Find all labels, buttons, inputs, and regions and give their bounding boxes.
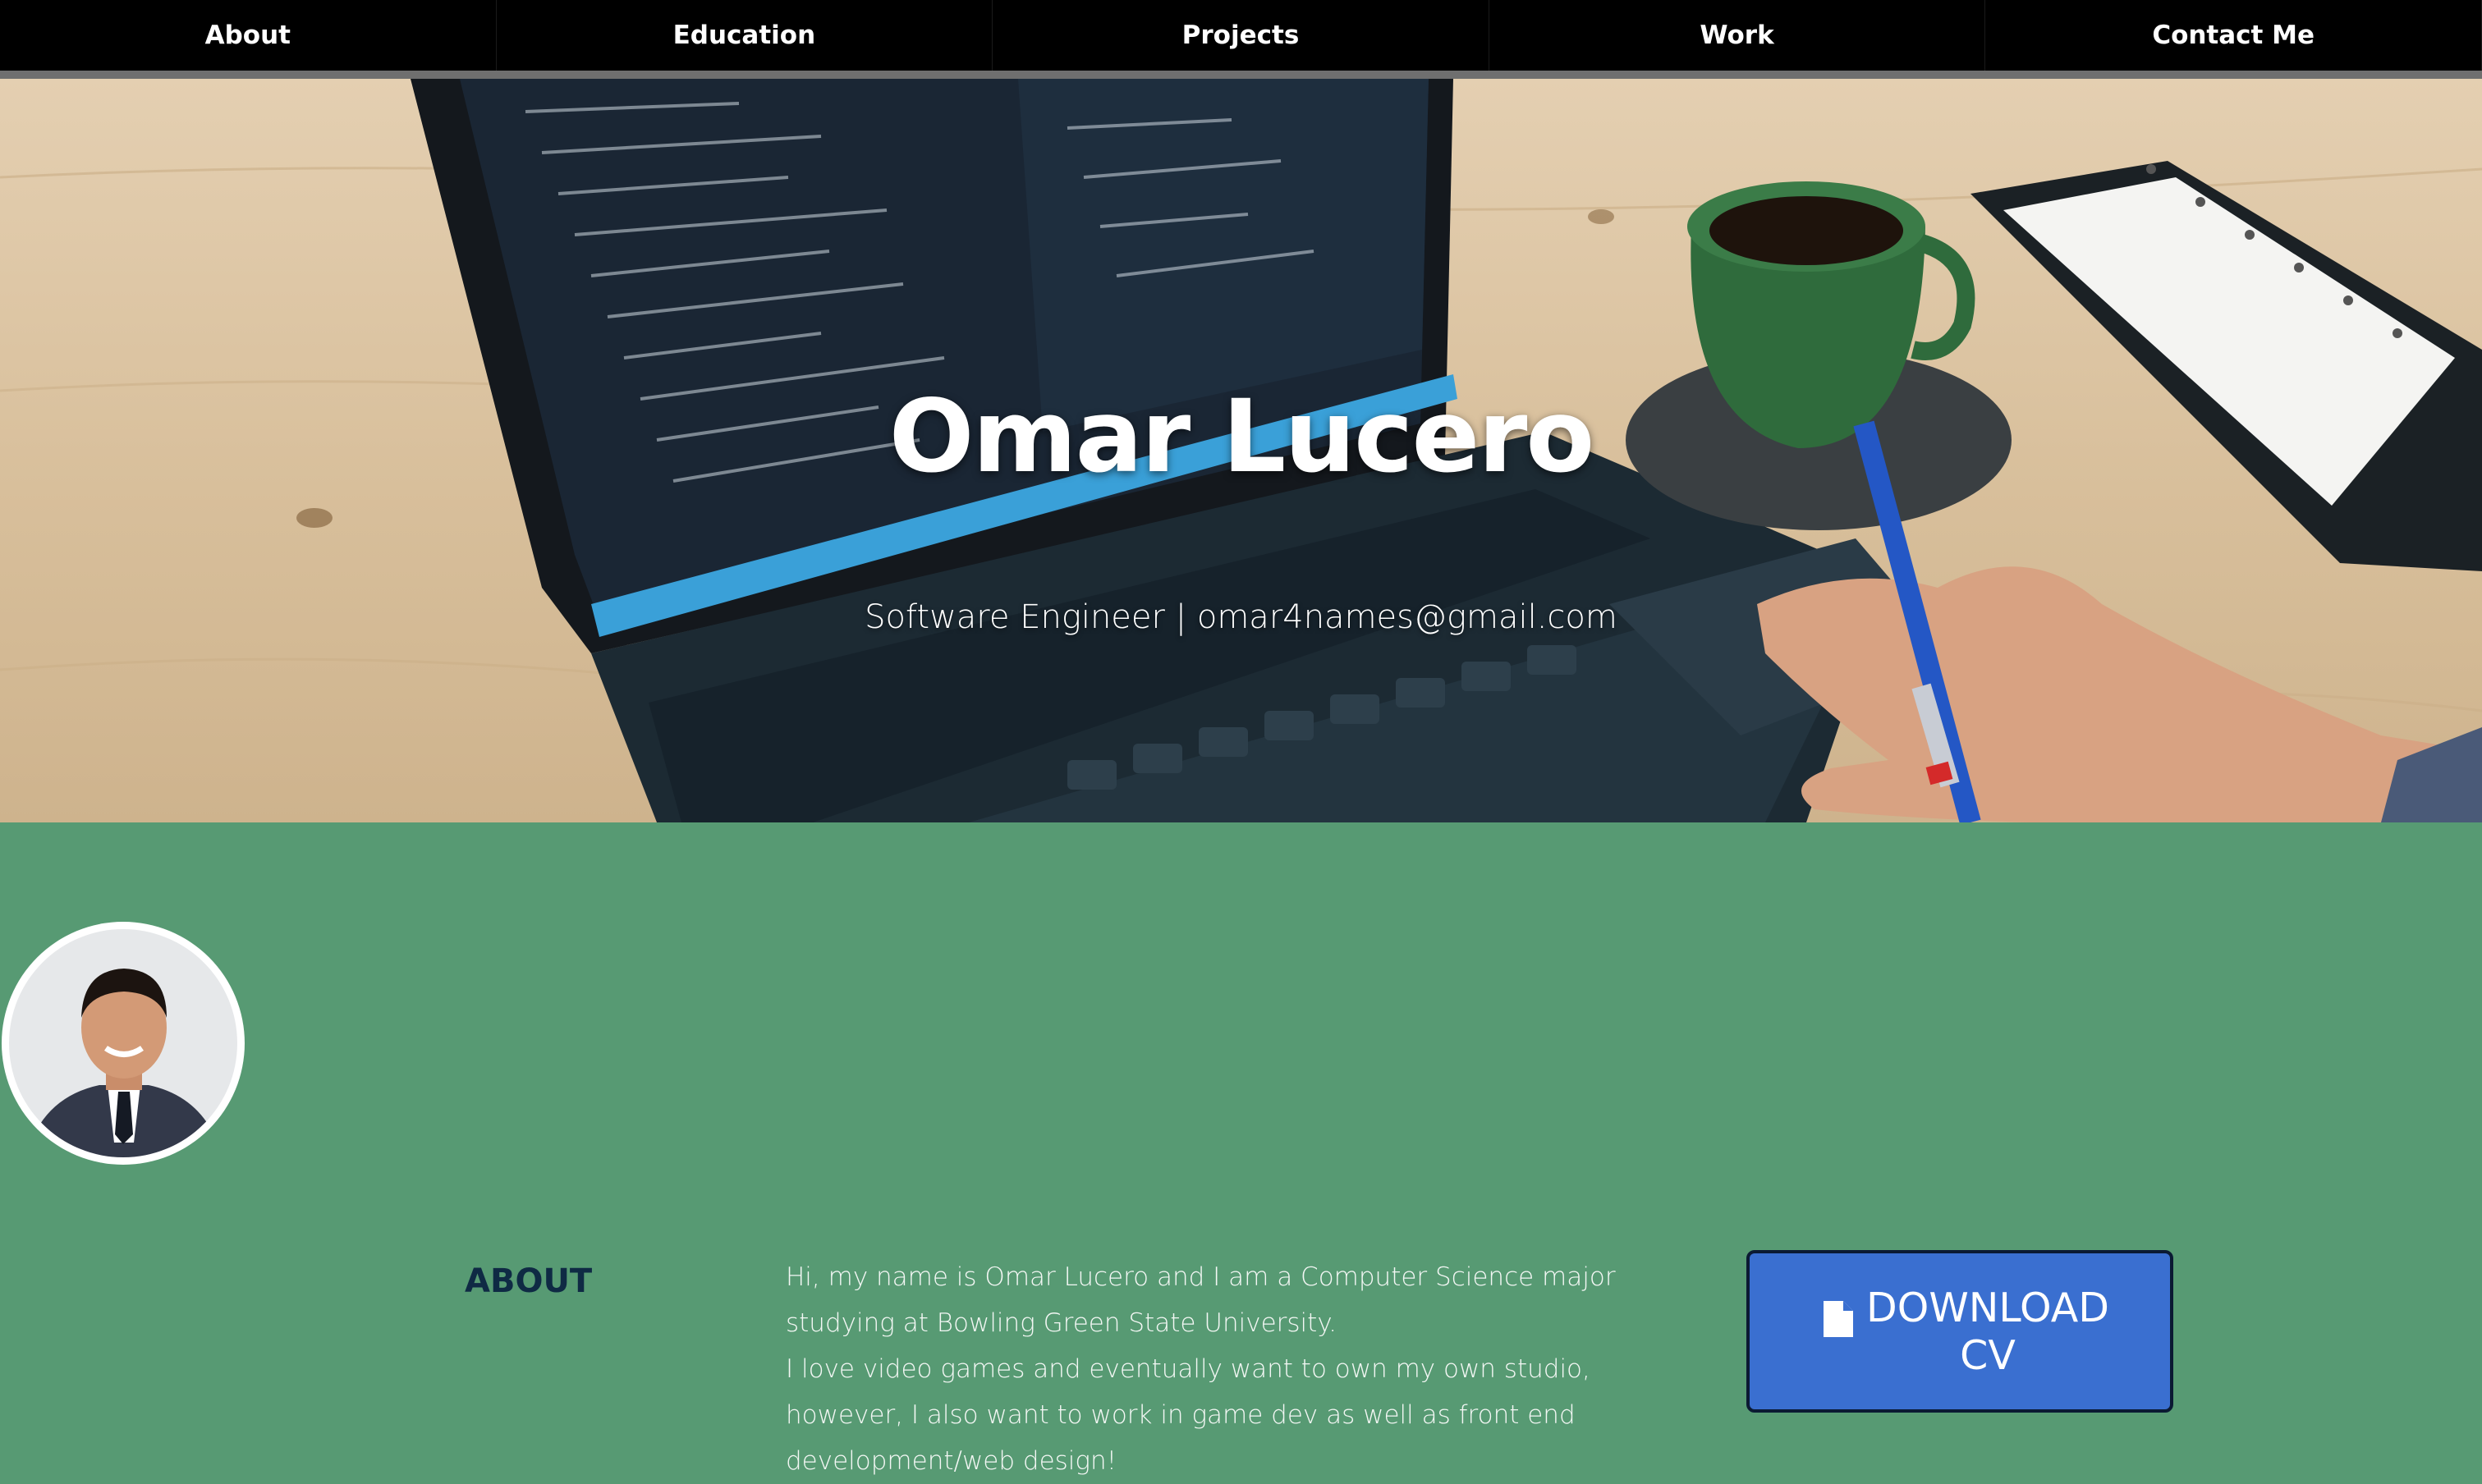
hero-banner: Omar Lucero Software Engineer | omar4nam… xyxy=(0,79,2482,822)
nav-item-education[interactable]: Education xyxy=(497,0,993,71)
about-heading: ABOUT xyxy=(465,1262,593,1300)
nav-item-about[interactable]: About xyxy=(0,0,497,71)
nav-item-contact[interactable]: Contact Me xyxy=(1985,0,2482,71)
hero-name: Omar Lucero xyxy=(888,378,1594,495)
download-cv-button[interactable]: DOWNLOAD CV xyxy=(1746,1250,2173,1413)
about-paragraph: I love video games and eventually want t… xyxy=(786,1354,1590,1476)
about-paragraph: Hi, my name is Omar Lucero and I am a Co… xyxy=(786,1262,1616,1338)
nav-item-projects[interactable]: Projects xyxy=(993,0,1489,71)
nav-item-work[interactable]: Work xyxy=(1489,0,1986,71)
hero-subtitle: Software Engineer | omar4names@gmail.com xyxy=(865,598,1617,636)
profile-photo xyxy=(9,929,237,1157)
download-cv-label: DOWNLOAD CV xyxy=(1866,1285,2109,1379)
avatar xyxy=(2,922,245,1165)
top-nav: About Education Projects Work Contact Me xyxy=(0,0,2482,71)
nav-divider xyxy=(0,71,2482,79)
about-description: Hi, my name is Omar Lucero and I am a Co… xyxy=(786,1254,1656,1484)
